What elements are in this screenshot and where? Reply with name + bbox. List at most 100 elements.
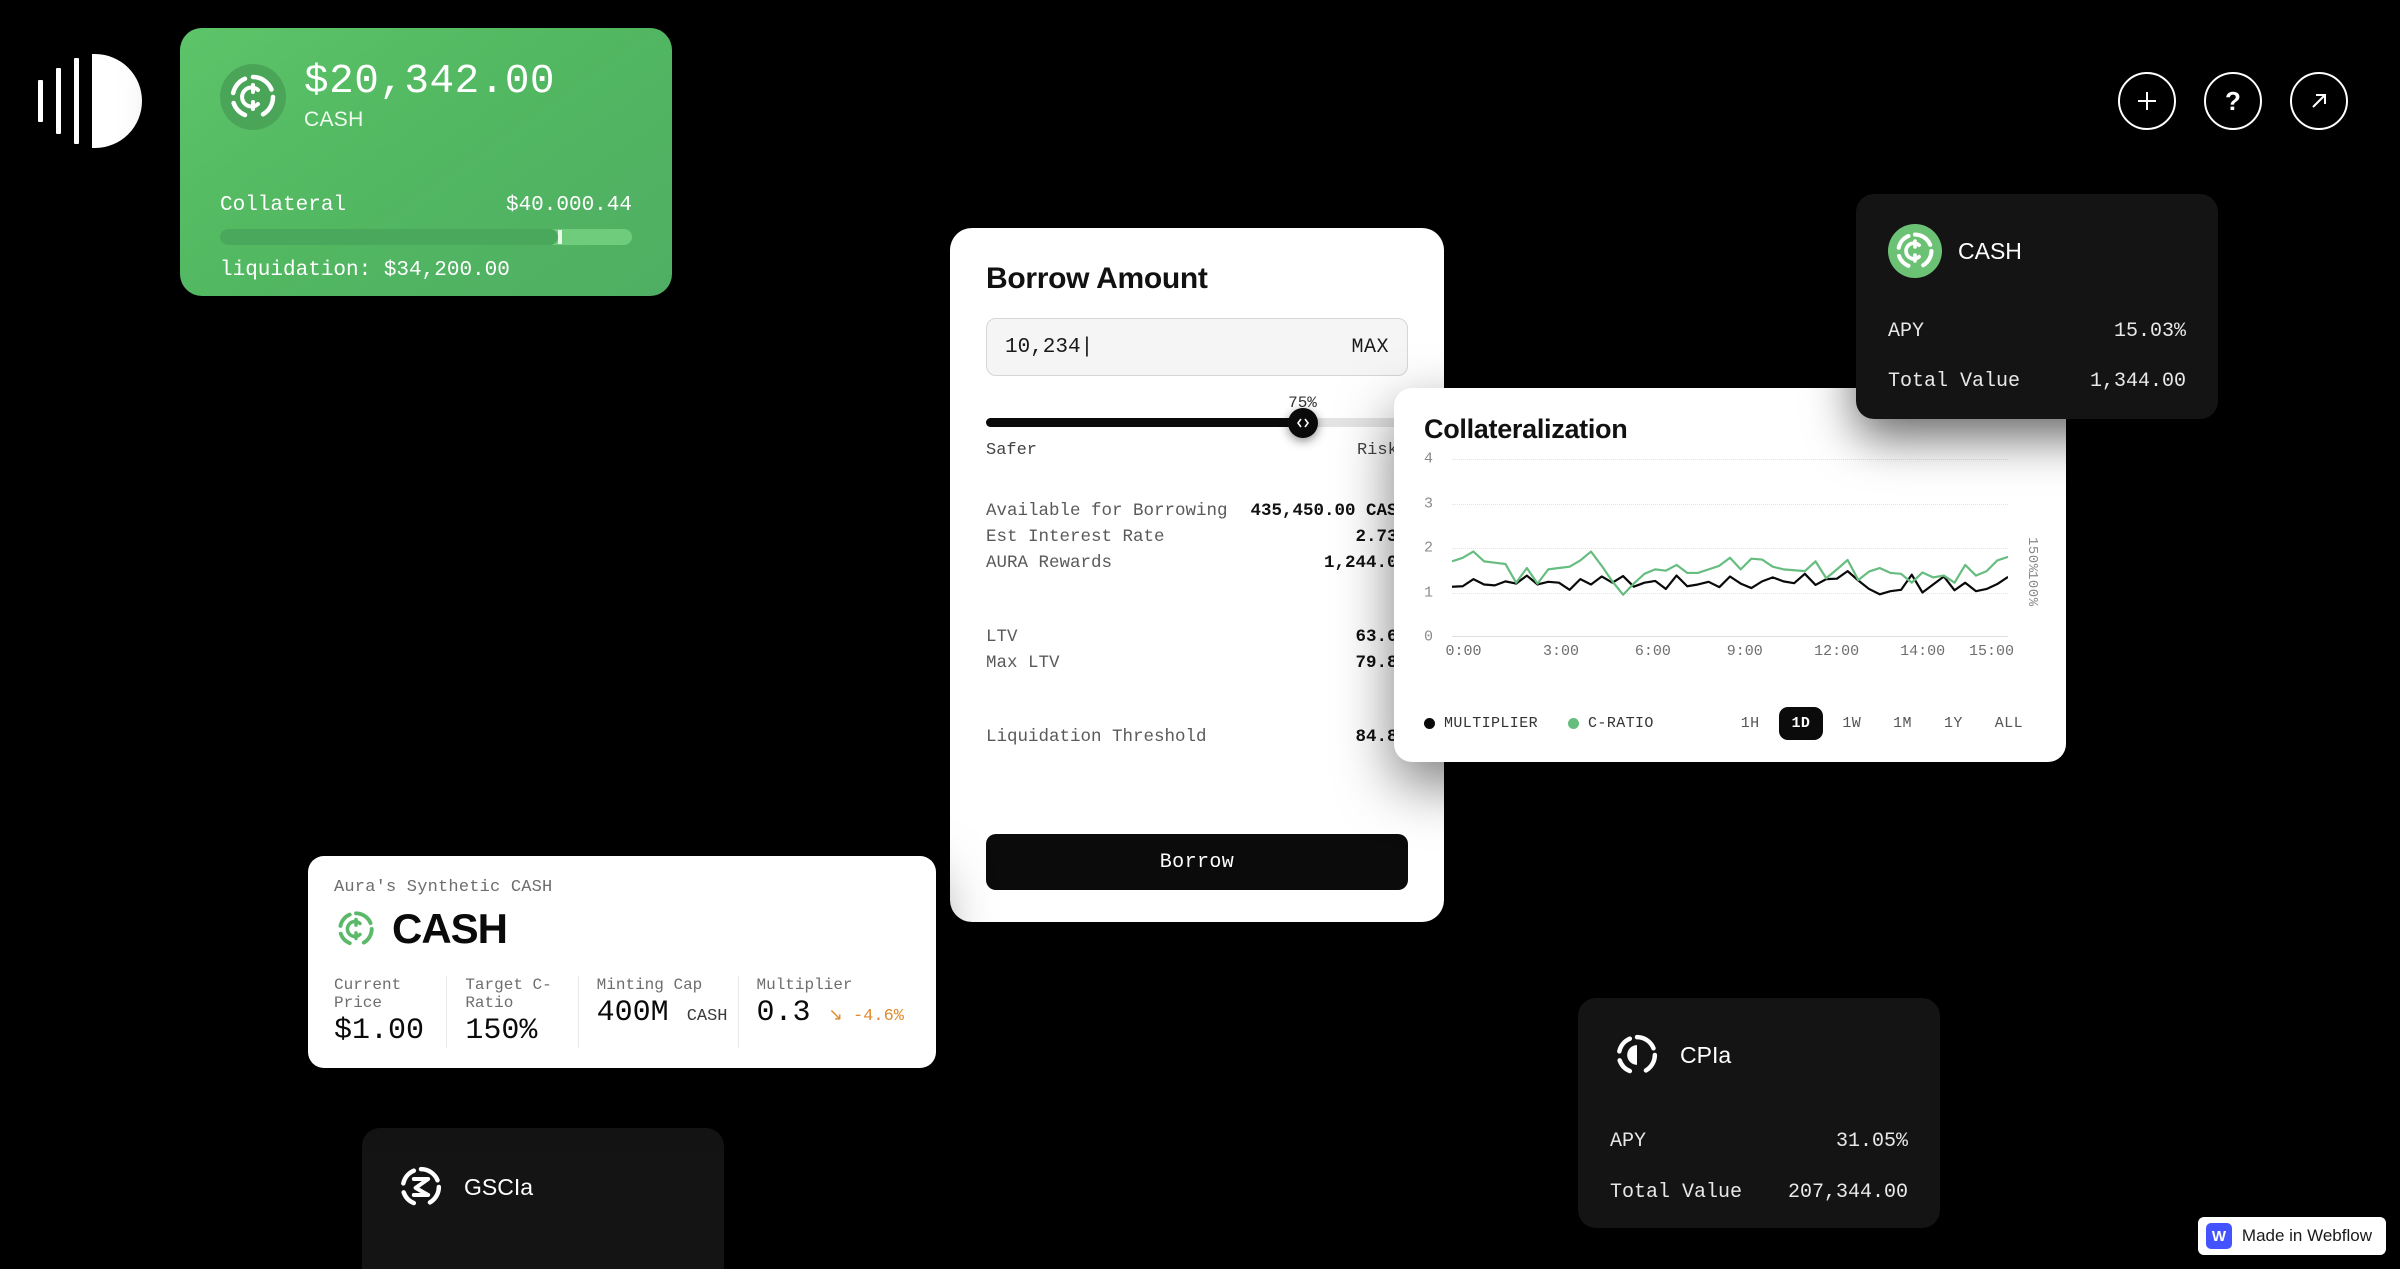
info-stat-delta: ↘ -4.6% xyxy=(828,1007,904,1026)
cash-stat-name: CASH xyxy=(1958,237,2022,264)
info-eyebrow: Aura's Synthetic CASH xyxy=(334,878,553,897)
collateral-label: Collateral xyxy=(220,194,347,217)
info-stat-number: 400M xyxy=(596,996,669,1030)
question-mark-icon: ? xyxy=(2225,86,2241,116)
app-canvas: ? $20,342.00 CASH Collateral $40.000.44 … xyxy=(0,0,2400,1269)
top-action-bar: ? xyxy=(2118,72,2348,130)
right-axis-tick: 100% xyxy=(2024,570,2040,607)
range-button-1y[interactable]: 1Y xyxy=(1931,707,1976,740)
cash-stat-rows: APY 15.03% Total Value 1,344.00 xyxy=(1888,320,2186,393)
slider-handle[interactable] xyxy=(1287,407,1318,438)
stat-row: Total Value 207,344.00 xyxy=(1610,1181,1908,1204)
borrow-submit-button[interactable]: Borrow xyxy=(986,834,1408,890)
info-stat-label: Current Price xyxy=(334,976,402,1012)
range-button-all[interactable]: ALL xyxy=(1982,707,2036,740)
range-button-1w[interactable]: 1W xyxy=(1829,707,1874,740)
cpia-stat-rows: APY 31.05% Total Value 207,344.00 xyxy=(1610,1130,1908,1204)
chart-plot xyxy=(1452,459,2008,637)
made-in-webflow-badge[interactable]: W Made in Webflow xyxy=(2197,1217,2386,1255)
stat-row: Max LTV 79.8% xyxy=(986,650,1408,676)
info-stat: Minting Cap 400M CASH xyxy=(577,976,738,1048)
range-button-1h[interactable]: 1H xyxy=(1728,707,1773,740)
range-button-1d[interactable]: 1D xyxy=(1778,707,1824,740)
legend-label: MULTIPLIER xyxy=(1444,715,1539,732)
logo-half-disc xyxy=(92,54,142,148)
gscia-stat-card: GSCIa xyxy=(362,1128,724,1269)
collateral-value: $40.000.44 xyxy=(505,194,632,217)
gscia-stat-name: GSCIa xyxy=(464,1173,534,1200)
range-button-1m[interactable]: 1M xyxy=(1880,707,1925,740)
stat-row: Est Interest Rate 2.73% xyxy=(986,524,1408,550)
info-stat: Multiplier 0.3 ↘ -4.6% xyxy=(737,976,915,1048)
slider-end-labels: Safer Risky xyxy=(986,441,1408,460)
borrow-amount-input[interactable]: 10,234| xyxy=(1005,336,1093,359)
risk-slider[interactable]: 75% Safer Risky xyxy=(986,394,1408,460)
slider-track[interactable] xyxy=(986,407,1408,438)
logo-bar-1 xyxy=(38,80,43,122)
x-axis-tick: 0:00 xyxy=(1445,643,1482,660)
stat-row: APY 31.05% xyxy=(1610,1130,1908,1153)
stat-label: Est Interest Rate xyxy=(986,527,1165,547)
stat-row: Total Value 1,344.00 xyxy=(1888,370,2186,393)
y-axis-tick: 2 xyxy=(1424,539,1434,557)
info-stat-number: 0.3 xyxy=(756,996,811,1030)
cpia-stat-header: CPIa xyxy=(1610,1028,1908,1082)
cpia-token-icon xyxy=(1610,1028,1664,1082)
plus-icon xyxy=(2138,92,2156,110)
cpia-stat-card: CPIa APY 31.05% Total Value 207,344.00 xyxy=(1578,998,1940,1228)
stat-label: Total Value xyxy=(1888,370,2021,393)
stat-row: Liquidation Threshold 84.8% xyxy=(986,724,1408,750)
collateralization-chart-card: Collateralization 01234 0:00 3:00 6:00 9:00… xyxy=(1394,388,2066,762)
legend-dot xyxy=(1424,718,1435,729)
gscia-stat-header: GSCIa xyxy=(394,1160,692,1214)
chart-range-selector[interactable]: 1H 1D 1W 1M 1Y ALL xyxy=(1728,707,2036,740)
cash-info-card: Aura's Synthetic CASH CASH Current Price… xyxy=(308,856,936,1068)
aura-logo[interactable] xyxy=(38,52,146,148)
add-button[interactable] xyxy=(2118,72,2176,130)
info-title: CASH xyxy=(392,905,508,952)
collateral-progress-bar xyxy=(220,229,632,245)
legend-item[interactable]: C-RATIO xyxy=(1568,715,1654,732)
info-stat: Target C-Ratio 150% xyxy=(446,976,577,1048)
borrow-title: Borrow Amount xyxy=(986,262,1208,295)
slider-label-safer: Safer xyxy=(986,441,1038,460)
max-button[interactable]: MAX xyxy=(1351,336,1389,359)
help-button[interactable]: ? xyxy=(2204,72,2262,130)
balance-amount-group: $20,342.00 CASH xyxy=(304,62,555,132)
info-stat-value: 400M CASH xyxy=(597,996,728,1030)
balance-ticker: CASH xyxy=(304,108,364,131)
info-stat-label: Multiplier xyxy=(756,976,853,994)
stat-row: AURA Rewards 1,244.00 xyxy=(986,550,1408,576)
info-stat-label: Target C-Ratio xyxy=(465,976,552,1012)
stat-label: AURA Rewards xyxy=(986,553,1113,573)
stat-value: 31.05% xyxy=(1835,1130,1908,1153)
info-stat-value: $1.00 xyxy=(334,1014,425,1048)
info-stat-value: 0.3 ↘ -4.6% xyxy=(757,996,905,1030)
collateral-progress-marker xyxy=(557,230,562,244)
balance-amount: $20,342.00 xyxy=(304,59,556,105)
stat-value: 15.03% xyxy=(2113,320,2186,343)
chart-footer: MULTIPLIER C-RATIO 1H 1D 1W 1M 1Y ALL xyxy=(1424,707,2036,740)
stat-row: Available for Borrowing 435,450.00 CASH xyxy=(986,498,1408,524)
stat-value: 207,344.00 xyxy=(1787,1181,1908,1204)
cash-stat-header: CASH xyxy=(1888,224,2186,278)
logo-bar-2 xyxy=(56,68,61,134)
stat-row: LTV 63.6% xyxy=(986,624,1408,650)
info-stat-value: 150% xyxy=(465,1014,538,1048)
chart-plot-area: 0 1 2 3 4 0:00 3:00 6:00 9:00 12:00 14:00 15:00 15… xyxy=(1424,451,2040,661)
borrow-amount-field[interactable]: 10,234| MAX xyxy=(986,318,1408,376)
liquidation-text: liquidation: $34,200.00 xyxy=(220,259,510,282)
stat-label: Liquidation Threshold xyxy=(986,727,1207,747)
x-axis-tick: 6:00 xyxy=(1634,643,1671,660)
legend-item[interactable]: MULTIPLIER xyxy=(1424,715,1538,732)
stat-label: Max LTV xyxy=(986,653,1060,673)
external-link-button[interactable] xyxy=(2290,72,2348,130)
info-stat: Current Price $1.00 xyxy=(334,976,446,1048)
x-axis-tick: 12:00 xyxy=(1814,643,1860,660)
y-axis-tick: 4 xyxy=(1424,450,1434,468)
info-stats: Current Price $1.00 Target C-Ratio 150% … xyxy=(334,976,914,1048)
info-header: CASH xyxy=(334,905,910,953)
webflow-logo-icon: W xyxy=(2205,1223,2232,1249)
